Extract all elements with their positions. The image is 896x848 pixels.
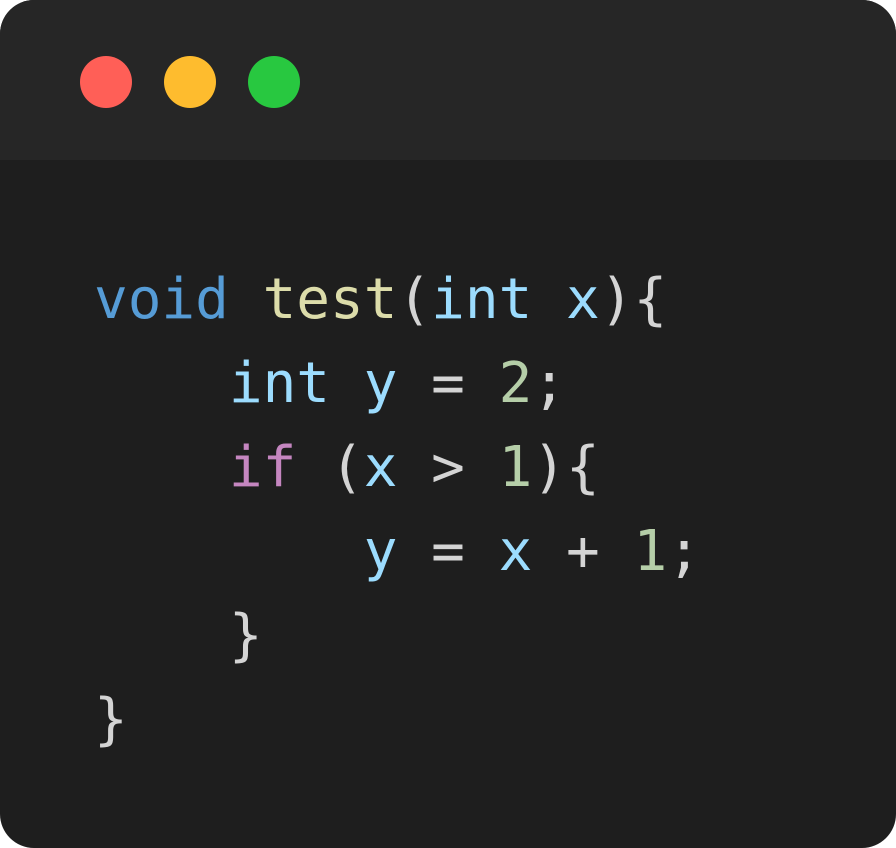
code-token-punctuation	[94, 603, 229, 668]
code-block: void test(int x){ int y = 2; if (x > 1){…	[94, 258, 701, 762]
code-token-control: if	[228, 435, 297, 500]
code-token-variable: y	[363, 519, 398, 584]
window-titlebar	[0, 0, 896, 160]
code-token-punctuation: }	[228, 603, 263, 668]
close-window-button[interactable]	[80, 56, 132, 108]
code-token-punctuation: =	[397, 519, 499, 584]
code-token-variable: x	[363, 435, 398, 500]
code-token-punctuation: +	[532, 519, 634, 584]
code-token-punctuation: ;	[532, 351, 567, 416]
code-line: void test(int x){	[94, 258, 701, 342]
code-token-punctuation	[330, 351, 364, 416]
code-token-punctuation: ;	[667, 519, 701, 584]
code-line: }	[94, 594, 701, 678]
code-token-variable: x	[498, 519, 533, 584]
code-line: y = x + 1;	[94, 510, 701, 594]
code-token-punctuation: ){	[599, 267, 668, 332]
code-token-variable: int	[431, 267, 533, 332]
code-token-punctuation: =	[397, 351, 499, 416]
code-token-punctuation	[229, 267, 263, 332]
minimize-window-button[interactable]	[164, 56, 216, 108]
code-token-punctuation	[94, 519, 364, 584]
code-line: int y = 2;	[94, 342, 701, 426]
code-token-punctuation: (	[397, 267, 432, 332]
code-token-variable: int	[228, 351, 331, 416]
code-token-keyword-type: void	[94, 267, 229, 332]
code-line: if (x > 1){	[94, 426, 701, 510]
code-token-variable: x	[566, 267, 600, 332]
code-token-function: test	[262, 267, 398, 332]
code-token-punctuation: (	[296, 435, 364, 500]
zoom-window-button[interactable]	[248, 56, 300, 108]
code-token-punctuation: ){	[532, 435, 600, 500]
code-token-number: 1	[633, 519, 668, 584]
code-token-punctuation: >	[397, 435, 499, 500]
code-token-punctuation: }	[94, 687, 128, 752]
code-token-number: 1	[498, 435, 533, 500]
code-token-number: 2	[498, 351, 533, 416]
code-token-punctuation	[532, 267, 566, 332]
code-token-punctuation	[94, 351, 229, 416]
code-window: void test(int x){ int y = 2; if (x > 1){…	[0, 0, 896, 848]
code-token-punctuation	[94, 435, 229, 500]
code-line: }	[94, 678, 701, 762]
code-token-variable: y	[363, 351, 398, 416]
